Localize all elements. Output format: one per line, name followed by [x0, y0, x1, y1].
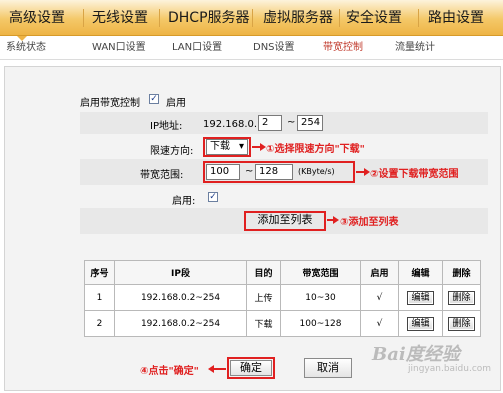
- annotation-step-3: ③添加至列表: [340, 217, 399, 228]
- nav-security-settings[interactable]: 安全设置: [346, 0, 402, 36]
- annotation-step-4: ④点击"确定": [140, 366, 199, 377]
- nav-divider: [252, 9, 253, 27]
- nav-virtual-server[interactable]: 虚拟服务器: [263, 0, 333, 36]
- enable-bandwidth-label: 启用带宽控制: [80, 98, 140, 109]
- bandwidth-max-input[interactable]: 128: [255, 164, 293, 180]
- ip-prefix-text: 192.168.0.: [203, 119, 258, 130]
- enable-bandwidth-checkbox[interactable]: ✓: [149, 94, 159, 104]
- sub-nav-bar: 系统状态 WAN口设置 LAN口设置 DNS设置 带宽控制 流量统计: [0, 36, 503, 60]
- cell-ip: 192.168.0.2~254: [114, 284, 247, 311]
- nav-wireless-settings[interactable]: 无线设置: [92, 0, 148, 36]
- watermark-url: jingyan.baidu.com: [408, 364, 492, 374]
- table-header-row: 序号 IP段 目的 带宽范围 启用 编辑 删除: [84, 260, 481, 285]
- annotation-step-2: ②设置下载带宽范围: [370, 169, 459, 180]
- direction-label: 限速方向:: [150, 146, 194, 157]
- add-to-list-button[interactable]: 添加至列表: [247, 213, 323, 229]
- cell-range: 100~128: [280, 310, 361, 337]
- column-header-delete: 删除: [442, 260, 481, 285]
- cell-direction: 下载: [246, 310, 281, 337]
- subnav-traffic-stats[interactable]: 流量统计: [395, 36, 435, 60]
- subnav-dns-settings[interactable]: DNS设置: [253, 36, 295, 60]
- table-row: 1 192.168.0.2~254 上传 10~30 √ 编辑 删除: [84, 284, 481, 311]
- nav-divider: [159, 9, 160, 27]
- main-nav-bar: 高级设置 无线设置 DHCP服务器 虚拟服务器 安全设置 路由设置: [0, 0, 503, 36]
- direction-select[interactable]: 下载 ▾: [206, 139, 248, 155]
- column-header-no: 序号: [84, 260, 115, 285]
- nav-divider: [339, 9, 340, 27]
- direction-select-value: 下载: [210, 141, 230, 152]
- delete-button[interactable]: 删除: [448, 316, 475, 331]
- column-header-range: 带宽范围: [280, 260, 361, 285]
- arrow-line: [214, 368, 226, 370]
- arrow-right-icon: [333, 216, 339, 224]
- edit-button[interactable]: 编辑: [407, 316, 434, 331]
- table-row: 2 192.168.0.2~254 下载 100~128 √ 编辑 删除: [84, 310, 481, 337]
- enable-label: 启用: [166, 98, 186, 109]
- nav-routing-settings[interactable]: 路由设置: [428, 0, 484, 36]
- cell-no: 2: [84, 310, 115, 337]
- ip-start-input[interactable]: 2: [258, 115, 282, 131]
- cancel-button[interactable]: 取消: [304, 358, 352, 378]
- column-header-edit: 编辑: [398, 260, 443, 285]
- cell-range: 10~30: [280, 284, 361, 311]
- nav-divider: [83, 9, 84, 27]
- ip-row: [80, 112, 488, 134]
- cell-direction: 上传: [246, 284, 281, 311]
- bandwidth-min-input[interactable]: 100: [206, 164, 240, 180]
- active-nav-indicator: [17, 36, 27, 41]
- nav-advanced-settings[interactable]: 高级设置: [9, 0, 65, 36]
- column-header-enabled: 启用: [360, 260, 399, 285]
- bandwidth-range-separator: ~: [245, 166, 254, 177]
- nav-divider: [418, 9, 419, 27]
- bandwidth-rules-table: 序号 IP段 目的 带宽范围 启用 编辑 删除 1 192.168.0.2~25…: [84, 260, 481, 337]
- ip-end-input[interactable]: 254: [297, 115, 323, 131]
- subnav-wan-settings[interactable]: WAN口设置: [92, 36, 146, 60]
- cell-enabled: √: [360, 310, 399, 337]
- chevron-down-icon: ▾: [238, 141, 244, 152]
- subnav-bandwidth-control[interactable]: 带宽控制: [323, 36, 363, 60]
- column-header-ip: IP段: [114, 260, 247, 285]
- cell-ip: 192.168.0.2~254: [114, 310, 247, 337]
- arrow-left-icon: [208, 365, 214, 373]
- rule-enable-label: 启用:: [172, 196, 196, 207]
- nav-dhcp-server[interactable]: DHCP服务器: [168, 0, 250, 36]
- cell-no: 1: [84, 284, 115, 311]
- bandwidth-unit-label: (KByte/s): [298, 167, 335, 176]
- ip-address-label: IP地址:: [150, 121, 183, 132]
- subnav-lan-settings[interactable]: LAN口设置: [172, 36, 222, 60]
- delete-button[interactable]: 删除: [448, 290, 475, 305]
- ip-range-separator: ~: [287, 117, 296, 128]
- annotation-step-1: ①选择限速方向"下载": [266, 144, 365, 155]
- column-header-direction: 目的: [246, 260, 281, 285]
- rule-enable-checkbox[interactable]: ✓: [208, 192, 218, 202]
- watermark-logo: Bai度经验: [372, 344, 460, 365]
- ok-button[interactable]: 确定: [230, 360, 272, 376]
- cell-enabled: √: [360, 284, 399, 311]
- bandwidth-range-label: 带宽范围:: [140, 170, 184, 181]
- edit-button[interactable]: 编辑: [407, 290, 434, 305]
